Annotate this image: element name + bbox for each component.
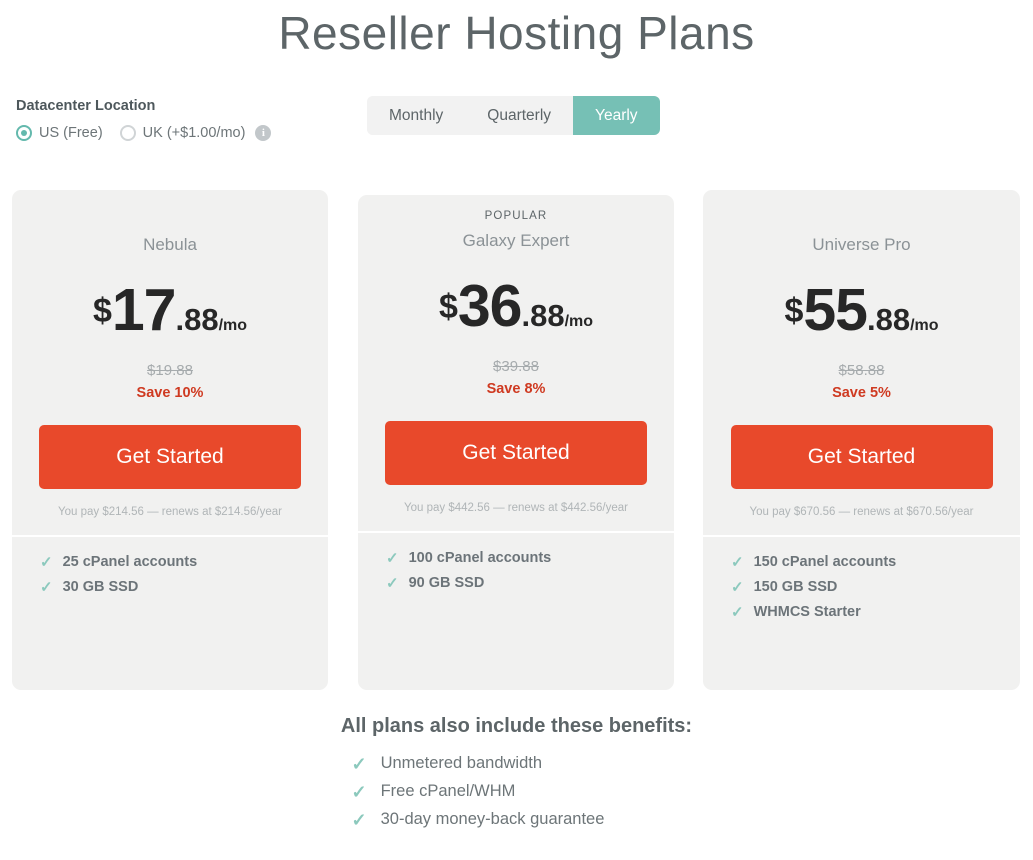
feature-label: 150 GB SSD — [753, 579, 838, 595]
shared-benefits-section: All plans also include these benefits: ✓… — [0, 715, 1033, 838]
price-integer: 36 — [457, 273, 523, 339]
tab-yearly[interactable]: Yearly — [573, 96, 660, 135]
renewal-note: You pay $214.56 — renews at $214.56/year — [58, 506, 282, 518]
feature-list: ✓ 100 cPanel accounts ✓ 90 GB SSD — [358, 533, 674, 591]
price-currency: $ — [784, 292, 804, 330]
plan-name: Galaxy Expert — [462, 231, 570, 250]
price-period: /mo — [564, 313, 594, 330]
info-icon[interactable]: i — [255, 125, 272, 141]
pricing-page: Reseller Hosting Plans Datacenter Locati… — [0, 0, 1033, 860]
datacenter-location-block: Datacenter Location US (Free) UK (+$1.00… — [16, 98, 272, 141]
feature-label: 90 GB SSD — [408, 575, 485, 591]
benefit-label: Unmetered bandwidth — [380, 754, 543, 772]
datacenter-option-uk-label: UK (+$1.00/mo) — [142, 125, 246, 141]
old-price: $39.88 — [493, 358, 539, 375]
price-integer: 55 — [803, 277, 868, 343]
benefits-title: All plans also include these benefits: — [340, 715, 693, 737]
price-decimal: .88 — [867, 302, 911, 337]
old-price: $19.88 — [147, 362, 193, 379]
feature-label: WHMCS Starter — [753, 604, 861, 620]
check-icon: ✓ — [386, 549, 399, 567]
check-icon: ✓ — [731, 603, 744, 621]
benefit-label: Free cPanel/WHM — [380, 782, 516, 800]
feature-item: ✓ 25 cPanel accounts — [40, 554, 328, 570]
datacenter-location-label: Datacenter Location — [16, 98, 156, 114]
save-badge: Save 10% — [136, 385, 204, 401]
get-started-button[interactable]: Get Started — [730, 425, 993, 489]
plan-price: $ 36 .88 /mo — [358, 277, 674, 336]
datacenter-option-us[interactable]: US (Free) — [16, 125, 103, 141]
plan-card-universe-pro: Universe Pro $ 55 .88 /mo $58.88 Save 5%… — [703, 190, 1020, 690]
plan-card-galaxy-expert: POPULAR Galaxy Expert $ 36 .88 /mo $39.8… — [358, 195, 674, 690]
feature-label: 30 GB SSD — [62, 579, 139, 595]
check-icon: ✓ — [40, 553, 53, 571]
save-badge: Save 8% — [486, 381, 546, 397]
plan-card-nebula: Nebula $ 17 .88 /mo $19.88 Save 10% Get … — [12, 190, 328, 690]
price-currency: $ — [438, 288, 458, 326]
renewal-note: You pay $442.56 — renews at $442.56/year — [404, 502, 628, 514]
price-period: /mo — [218, 317, 248, 334]
check-icon: ✓ — [351, 809, 367, 830]
check-icon: ✓ — [351, 781, 367, 802]
feature-label: 25 cPanel accounts — [62, 554, 198, 570]
check-icon: ✓ — [351, 753, 367, 774]
datacenter-option-us-label: US (Free) — [39, 125, 103, 141]
benefit-item: ✓ Unmetered bandwidth — [352, 754, 682, 773]
check-icon: ✓ — [731, 553, 744, 571]
feature-item: ✓ 150 GB SSD — [731, 579, 1020, 595]
billing-cycle-tabs: Monthly Quarterly Yearly — [367, 96, 660, 135]
plan-price: $ 55 .88 /mo — [703, 281, 1020, 340]
feature-label: 150 cPanel accounts — [753, 554, 897, 570]
plan-price: $ 17 .88 /mo — [12, 281, 328, 340]
plan-name: Nebula — [143, 235, 197, 254]
feature-item: ✓ WHMCS Starter — [731, 604, 1020, 620]
radio-us[interactable] — [16, 125, 32, 141]
price-period: /mo — [910, 317, 939, 334]
price-decimal: .88 — [521, 298, 565, 333]
datacenter-option-uk[interactable]: UK (+$1.00/mo) i — [119, 125, 272, 141]
renewal-note: You pay $670.56 — renews at $670.56/year — [749, 506, 974, 518]
plan-name: Universe Pro — [812, 235, 911, 254]
benefits-list: ✓ Unmetered bandwidth ✓ Free cPanel/WHM … — [352, 754, 682, 829]
price-currency: $ — [92, 292, 112, 330]
get-started-button[interactable]: Get Started — [39, 425, 301, 489]
save-badge: Save 5% — [832, 385, 891, 401]
benefit-item: ✓ Free cPanel/WHM — [352, 782, 682, 801]
old-price: $58.88 — [838, 362, 885, 379]
check-icon: ✓ — [40, 578, 53, 596]
datacenter-options: US (Free) UK (+$1.00/mo) i — [16, 125, 272, 141]
check-icon: ✓ — [386, 574, 399, 592]
popular-badge: POPULAR — [484, 210, 548, 222]
feature-item: ✓ 100 cPanel accounts — [386, 550, 674, 566]
feature-item: ✓ 90 GB SSD — [386, 575, 674, 591]
price-decimal: .88 — [175, 302, 219, 337]
feature-list: ✓ 25 cPanel accounts ✓ 30 GB SSD — [12, 537, 328, 595]
feature-list: ✓ 150 cPanel accounts ✓ 150 GB SSD ✓ WHM… — [703, 537, 1020, 620]
feature-item: ✓ 30 GB SSD — [40, 579, 328, 595]
benefit-label: 30-day money-back guarantee — [380, 810, 605, 828]
page-title: Reseller Hosting Plans — [278, 7, 755, 59]
tab-monthly[interactable]: Monthly — [367, 96, 466, 135]
check-icon: ✓ — [731, 578, 744, 596]
get-started-button[interactable]: Get Started — [385, 421, 647, 485]
feature-label: 100 cPanel accounts — [408, 550, 552, 566]
benefit-item: ✓ 30-day money-back guarantee — [352, 810, 682, 829]
tab-quarterly[interactable]: Quarterly — [465, 96, 574, 135]
radio-uk[interactable] — [119, 125, 136, 141]
feature-item: ✓ 150 cPanel accounts — [731, 554, 1020, 570]
price-integer: 17 — [111, 277, 177, 343]
